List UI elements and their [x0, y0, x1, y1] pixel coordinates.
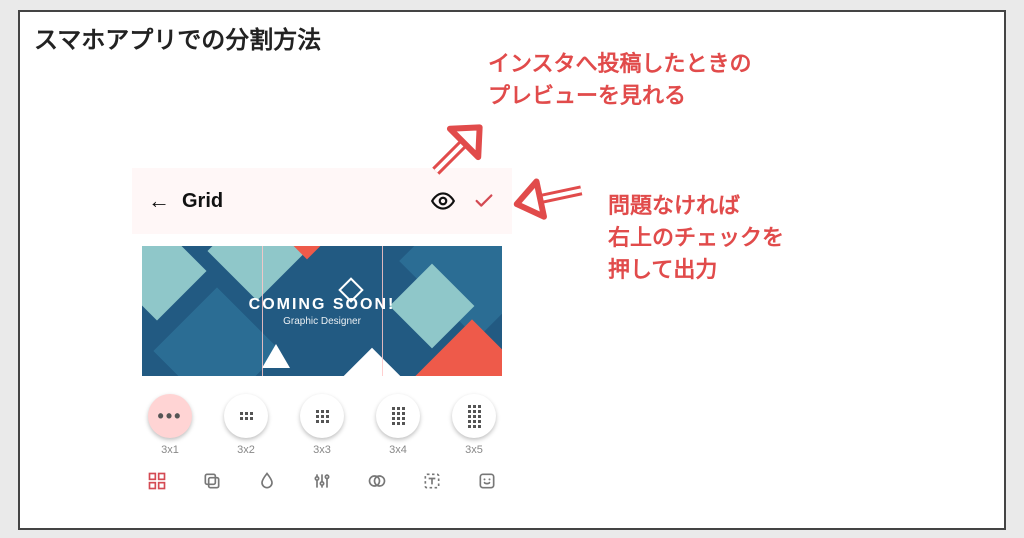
- mask-tool-button[interactable]: [364, 468, 390, 494]
- text-tool-button[interactable]: [419, 468, 445, 494]
- copy-icon: [202, 471, 222, 491]
- poster-subtitle: Graphic Designer: [283, 316, 361, 327]
- more-icon: •••: [158, 406, 183, 427]
- annotation-confirm: 問題なければ 右上のチェックを 押して出力: [608, 190, 784, 286]
- sliders-tool-button[interactable]: [309, 468, 335, 494]
- grid-option-3x1[interactable]: ••• 3x1: [140, 394, 200, 456]
- grid-icon: [147, 471, 167, 491]
- decor-shape: [262, 344, 290, 368]
- grid-option-3x2[interactable]: 3x2: [216, 394, 276, 456]
- grid-option-3x3[interactable]: 3x3: [292, 394, 352, 456]
- sticker-icon: [477, 471, 497, 491]
- back-button[interactable]: ←: [148, 188, 170, 214]
- back-arrow-icon: ←: [148, 188, 170, 214]
- grid-option-3x5[interactable]: 3x5: [444, 394, 504, 456]
- grid-option-label: 3x1: [161, 444, 179, 456]
- eye-icon: [430, 188, 456, 214]
- text-icon: [422, 471, 442, 491]
- arrow-to-preview: [422, 110, 492, 190]
- mask-icon: [367, 471, 387, 491]
- grid-dots-icon: [240, 412, 253, 420]
- app-window: ← Grid: [132, 168, 512, 528]
- grid-option-label: 3x4: [389, 444, 407, 456]
- grid-dots-icon: [392, 407, 405, 425]
- page-title: スマホアプリでの分割方法: [34, 20, 321, 55]
- image-canvas[interactable]: COMING SOON! Graphic Designer: [142, 246, 502, 376]
- poster-heading: COMING SOON!: [249, 296, 396, 314]
- grid-dots-icon: [316, 410, 329, 423]
- bottom-toolbar: [132, 458, 512, 494]
- grid-option-label: 3x5: [465, 444, 483, 456]
- sticker-tool-button[interactable]: [474, 468, 500, 494]
- grid-option-3x4[interactable]: 3x4: [368, 394, 428, 456]
- grid-option-label: 3x2: [237, 444, 255, 456]
- grid-option-label: 3x3: [313, 444, 331, 456]
- arrow-to-confirm: [510, 162, 590, 232]
- drop-tool-button[interactable]: [254, 468, 280, 494]
- grid-dots-icon: [468, 405, 481, 428]
- annotation-preview: インスタへ投稿したときの プレビューを見れる: [488, 48, 752, 112]
- check-icon: [473, 190, 495, 212]
- confirm-button[interactable]: [472, 189, 496, 213]
- grid-size-options: ••• 3x1 3x2 3x3 3x4 3x5: [132, 382, 512, 458]
- sliders-icon: [312, 471, 332, 491]
- copy-tool-button[interactable]: [199, 468, 225, 494]
- decor-shape: [344, 348, 401, 376]
- grid-tool-button[interactable]: [144, 468, 170, 494]
- drop-icon: [257, 471, 277, 491]
- screen-title: Grid: [182, 190, 223, 213]
- preview-button[interactable]: [428, 186, 458, 216]
